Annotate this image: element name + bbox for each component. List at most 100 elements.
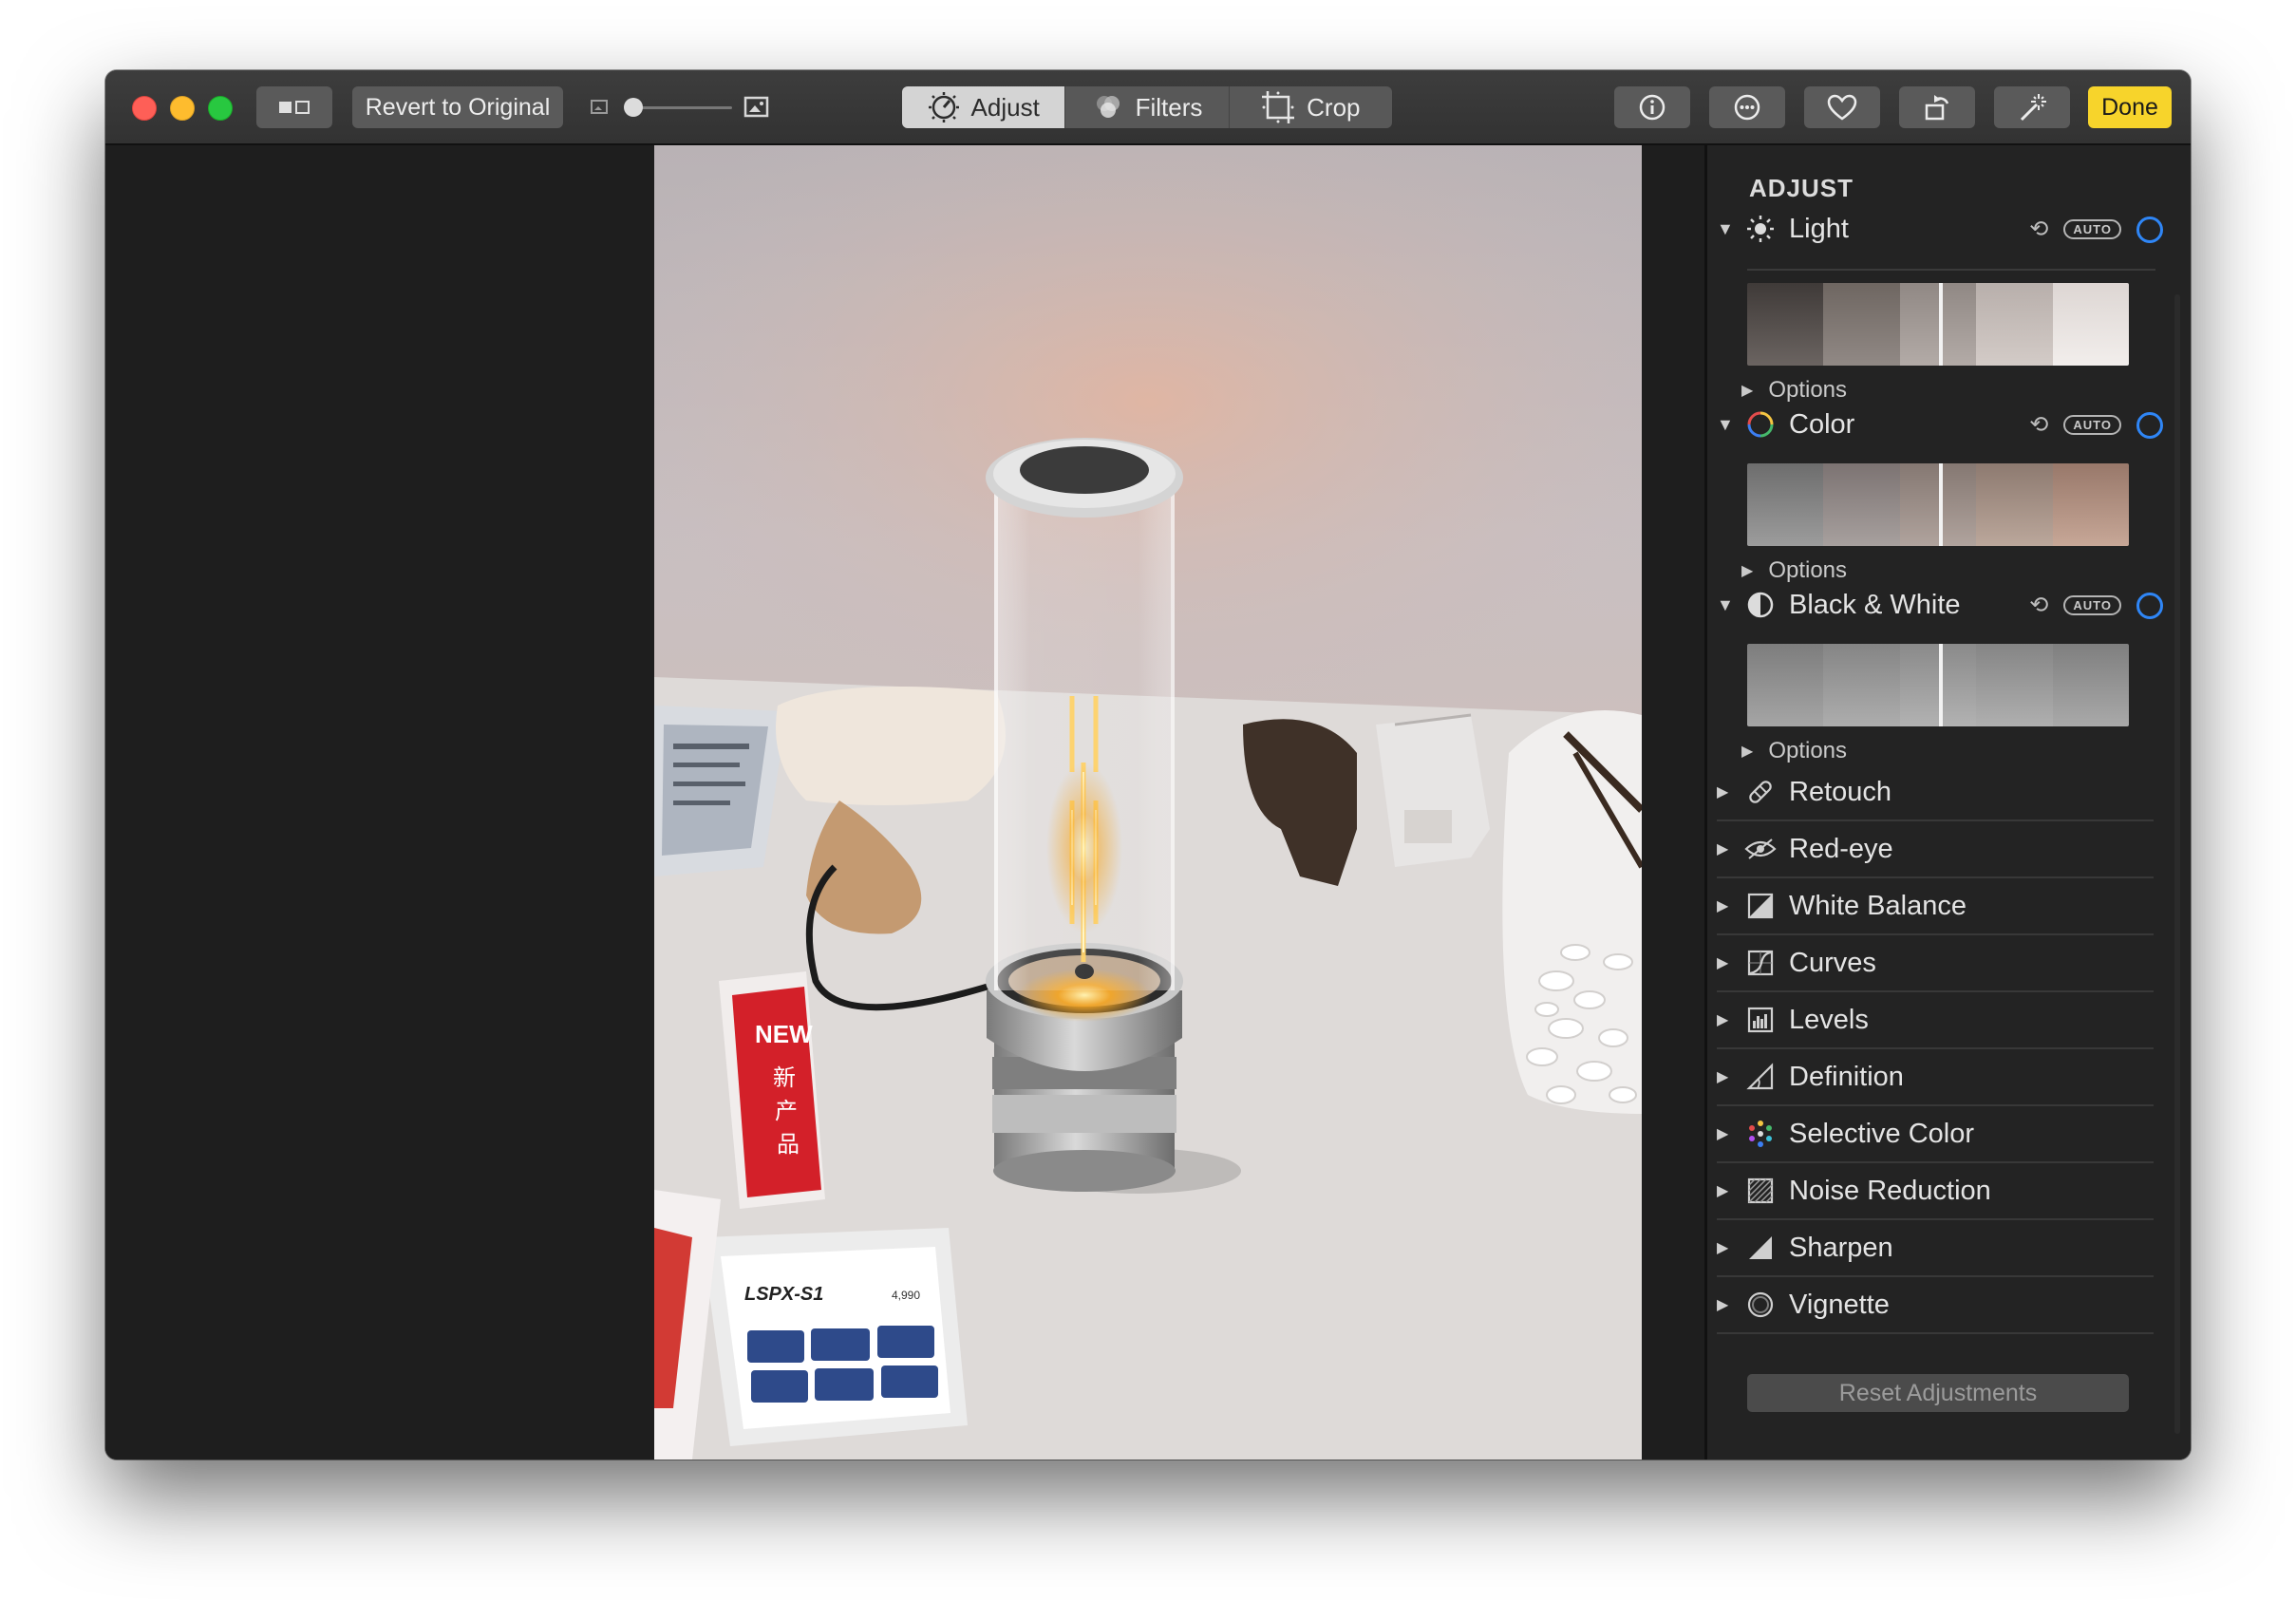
- tab-adjust-label: Adjust: [970, 92, 1040, 122]
- thumb: [1747, 283, 1824, 366]
- enhance-button[interactable]: [1994, 86, 2070, 128]
- section-light-header[interactable]: ▼ Light ⟲ AUTO: [1717, 210, 2163, 248]
- section-light-controls: ⟲ AUTO: [2029, 216, 2163, 243]
- color-filmstrip-slider[interactable]: [1747, 463, 2129, 546]
- tool-retouch-label: Retouch: [1789, 776, 1892, 807]
- disclosure-right-icon: ▶: [1717, 1012, 1729, 1028]
- thumb: [1976, 283, 2053, 366]
- white-balance-icon: [1741, 892, 1779, 920]
- slider-marker[interactable]: [1939, 463, 1943, 546]
- tab-crop-label: Crop: [1307, 92, 1361, 122]
- disclosure-right-icon: ▶: [1717, 1240, 1729, 1256]
- section-bw-header[interactable]: ▼ Black & White ⟲ AUTO: [1717, 586, 2163, 624]
- tool-vignette[interactable]: ▶ Vignette: [1717, 1277, 2154, 1334]
- disclosure-right-icon: ▶: [1717, 1297, 1729, 1313]
- bw-options-row[interactable]: ▶ Options: [1741, 735, 1847, 767]
- rotate-button[interactable]: [1899, 86, 1975, 128]
- disclosure-down-icon[interactable]: ▼: [1717, 219, 1741, 239]
- title-divider: [1747, 269, 2155, 271]
- vignette-icon: [1741, 1290, 1779, 1319]
- color-options-row[interactable]: ▶ Options: [1741, 555, 1847, 587]
- sharpen-icon: [1741, 1234, 1779, 1262]
- light-toggle[interactable]: [2136, 216, 2163, 243]
- tool-selective-color[interactable]: ▶ Selective Color: [1717, 1106, 2154, 1163]
- tool-white-balance[interactable]: ▶ White Balance: [1717, 878, 2154, 935]
- slider-marker[interactable]: [1939, 644, 1943, 726]
- definition-icon: [1741, 1063, 1779, 1091]
- info-button[interactable]: [1614, 86, 1690, 128]
- tool-selective-color-label: Selective Color: [1789, 1118, 1975, 1149]
- info-icon: [1639, 94, 1666, 121]
- slider-marker[interactable]: [1939, 283, 1943, 366]
- photo-canvas: NEW 新 产 品 LSPX-S1 4,990: [105, 145, 1704, 1460]
- tool-red-eye-label: Red-eye: [1789, 833, 1893, 864]
- split-view-button[interactable]: [256, 86, 332, 128]
- revert-to-original-button[interactable]: Revert to Original: [352, 86, 563, 128]
- color-toggle[interactable]: [2136, 411, 2163, 439]
- bandage-icon: [1741, 777, 1779, 807]
- undo-icon[interactable]: ⟲: [2029, 216, 2048, 243]
- disclosure-right-icon: ▶: [1741, 744, 1754, 760]
- section-bw-label: Black & White: [1789, 589, 1961, 620]
- tool-white-balance-label: White Balance: [1789, 890, 1967, 921]
- adjust-dial-icon: [928, 92, 959, 122]
- section-bw-controls: ⟲ AUTO: [2029, 592, 2163, 619]
- bw-filmstrip-slider[interactable]: [1747, 644, 2129, 726]
- light-filmstrip-slider[interactable]: [1747, 283, 2129, 366]
- bw-toggle[interactable]: [2136, 592, 2163, 619]
- disclosure-right-icon: ▶: [1717, 1183, 1729, 1199]
- reset-adjustments-label: Reset Adjustments: [1838, 1379, 2038, 1406]
- section-color-header[interactable]: ▼ Color ⟲ AUTO: [1717, 405, 2163, 443]
- minimize-button[interactable]: [170, 96, 195, 121]
- done-button[interactable]: Done: [2088, 86, 2172, 128]
- tool-definition[interactable]: ▶ Definition: [1717, 1049, 2154, 1106]
- zoom-button[interactable]: [208, 96, 233, 121]
- small-image-icon: [591, 100, 608, 114]
- crop-icon: [1262, 91, 1295, 123]
- color-auto-button[interactable]: AUTO: [2063, 415, 2121, 435]
- tool-red-eye[interactable]: ▶ Red-eye: [1717, 821, 2154, 878]
- tool-retouch[interactable]: ▶ Retouch: [1717, 764, 2154, 821]
- disclosure-down-icon[interactable]: ▼: [1717, 415, 1741, 435]
- color-ring-icon: [1741, 409, 1779, 440]
- more-button[interactable]: [1709, 86, 1785, 128]
- tab-crop[interactable]: Crop: [1230, 86, 1392, 128]
- tool-levels[interactable]: ▶ Levels: [1717, 992, 2154, 1049]
- bw-auto-button[interactable]: AUTO: [2063, 595, 2121, 615]
- edit-mode-tabs: Adjust Filters Crop: [902, 86, 1392, 128]
- light-options-row[interactable]: ▶ Options: [1741, 374, 1847, 406]
- tool-curves[interactable]: ▶ Curves: [1717, 935, 2154, 992]
- photo-preview[interactable]: NEW 新 产 品 LSPX-S1 4,990: [654, 145, 1642, 1460]
- zoom-slider[interactable]: [590, 91, 770, 123]
- tab-adjust[interactable]: Adjust: [902, 86, 1066, 128]
- tool-noise-reduction[interactable]: ▶ Noise Reduction: [1717, 1163, 2154, 1220]
- sun-icon: [1741, 214, 1779, 244]
- sign-chinese-3: 品: [777, 1131, 800, 1158]
- disclosure-right-icon: ▶: [1741, 383, 1754, 399]
- disclosure-right-icon: ▶: [1717, 784, 1729, 800]
- tool-sharpen[interactable]: ▶ Sharpen: [1717, 1220, 2154, 1277]
- disclosure-right-icon: ▶: [1717, 841, 1729, 857]
- sign-new-text: NEW: [755, 1020, 813, 1048]
- undo-icon[interactable]: ⟲: [2029, 411, 2048, 439]
- tool-sharpen-label: Sharpen: [1789, 1232, 1893, 1263]
- tool-curves-label: Curves: [1789, 947, 1876, 978]
- tab-filters[interactable]: Filters: [1065, 86, 1230, 128]
- light-auto-button[interactable]: AUTO: [2063, 219, 2121, 239]
- reset-adjustments-button[interactable]: Reset Adjustments: [1747, 1374, 2129, 1412]
- section-light-label: Light: [1789, 213, 1849, 244]
- undo-icon[interactable]: ⟲: [2029, 592, 2048, 619]
- tool-levels-label: Levels: [1789, 1004, 1869, 1035]
- thumb: [1823, 283, 1900, 366]
- noise-reduction-icon: [1741, 1177, 1779, 1205]
- favorite-button[interactable]: [1804, 86, 1880, 128]
- more-icon: [1734, 94, 1760, 121]
- thumb: [1976, 463, 2053, 546]
- close-button[interactable]: [132, 96, 157, 121]
- slider-knob[interactable]: [624, 98, 643, 117]
- split-view-icon: [279, 101, 310, 114]
- sidebar-scrollbar[interactable]: [2174, 294, 2180, 1434]
- card-price-text: 4,990: [892, 1289, 920, 1302]
- disclosure-down-icon[interactable]: ▼: [1717, 595, 1741, 615]
- slider-track: [628, 106, 732, 109]
